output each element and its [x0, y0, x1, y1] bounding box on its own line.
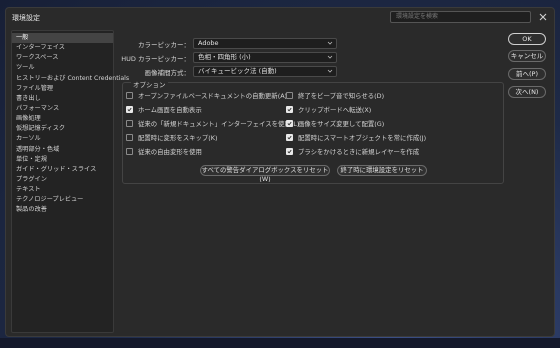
sidebar-item-image-processing[interactable]: 画像処理 [12, 114, 113, 124]
preferences-dialog: 環境設定 環境設定を検索 一般 インターフェイス ワークスペース ツール ヒスト… [5, 7, 555, 337]
checkbox-box [126, 120, 133, 127]
legacy-new-doc-checkbox[interactable]: 従来の「新規ドキュメント」インターフェイスを使用(L) [126, 119, 299, 128]
export-clipboard-checkbox[interactable]: クリップボードへ転送(X) [286, 105, 371, 114]
sidebar-item-general[interactable]: 一般 [12, 33, 113, 44]
chevron-down-icon [327, 54, 333, 60]
sidebar-item-product-improvement[interactable]: 製品の改善 [12, 205, 113, 215]
color-picker-select[interactable]: Adobe [193, 38, 337, 49]
checkbox-box [126, 92, 133, 99]
chevron-down-icon [327, 68, 333, 74]
sidebar-item-type[interactable]: テキスト [12, 185, 113, 195]
interpolation-select[interactable]: バイキュービック法 (自動) [193, 66, 337, 77]
checkbox-box [286, 92, 293, 99]
sidebar-item-interface[interactable]: インターフェイス [12, 43, 113, 53]
sidebar-item-tools[interactable]: ツール [12, 63, 113, 73]
interpolation-value: バイキュービック法 (自動) [198, 67, 277, 75]
dialog-title: 環境設定 [12, 14, 40, 22]
sidebar-item-file-handling[interactable]: ファイル管理 [12, 84, 113, 94]
legacy-free-transform-checkbox[interactable]: 従来の自由変形を使用 [126, 147, 202, 156]
checkbox-box [286, 106, 293, 113]
interpolation-label: 画像補間方式： [144, 69, 191, 77]
checkbox-box [286, 120, 293, 127]
new-layer-on-brush-checkbox[interactable]: ブラシをかけるときに新規レイヤーを作成 [286, 147, 419, 156]
hud-picker-value: 色相・四角形 (小) [198, 53, 251, 61]
skip-transform-checkbox[interactable]: 配置時に変形をスキップ(K) [126, 133, 217, 142]
chevron-down-icon [327, 40, 333, 46]
sidebar-item-performance[interactable]: パフォーマンス [12, 104, 113, 114]
sidebar-item-units[interactable]: 単位・定規 [12, 155, 113, 165]
sidebar-item-transparency[interactable]: 透明部分・色域 [12, 145, 113, 155]
resize-on-place-checkbox[interactable]: 画像をサイズ変更して配置(G) [286, 119, 384, 128]
color-picker-value: Adobe [198, 39, 219, 47]
reset-warnings-button[interactable]: すべての警告ダイアログボックスをリセット (W) [200, 165, 330, 183]
hud-picker-label: HUD カラーピッカー： [121, 55, 190, 63]
sidebar-item-workspace[interactable]: ワークスペース [12, 53, 113, 63]
checkbox-box [126, 106, 133, 113]
checkbox-box [286, 134, 293, 141]
auto-update-docs-checkbox[interactable]: オープンファイルベースドキュメントの自動更新(A) [126, 91, 287, 100]
prev-button[interactable]: 前へ(P) [508, 68, 546, 80]
reset-on-quit-button[interactable]: 終了時に環境設定をリセット [337, 165, 427, 176]
taskbar [0, 338, 560, 348]
close-icon[interactable] [537, 11, 549, 23]
checkbox-box [126, 148, 133, 155]
auto-show-home-checkbox[interactable]: ホーム画面を自動表示 [126, 105, 202, 114]
category-sidebar: 一般 インターフェイス ワークスペース ツール ヒストリーおよび Content… [11, 30, 129, 333]
options-title: オプション [131, 79, 168, 89]
sidebar-item-tech-previews[interactable]: テクノロジープレビュー [12, 195, 113, 205]
smart-object-on-place-checkbox[interactable]: 配置時にスマートオブジェクトを常に作成(J) [286, 133, 426, 142]
ok-button[interactable]: OK [508, 33, 546, 45]
sidebar-item-history[interactable]: ヒストリーおよび Content Credentials [12, 74, 129, 84]
sidebar-item-guides[interactable]: ガイド・グリッド・スライス [12, 165, 113, 175]
sidebar-item-export[interactable]: 書き出し [12, 94, 113, 104]
sidebar-item-cursors[interactable]: カーソル [12, 134, 113, 144]
sidebar-item-plugins[interactable]: プラグイン [12, 175, 113, 185]
search-input[interactable]: 環境設定を検索 [390, 11, 531, 23]
general-panel: カラーピッカー： Adobe HUD カラーピッカー： 色相・四角形 (小) 画… [118, 30, 504, 333]
checkbox-box [286, 148, 293, 155]
color-picker-label: カラーピッカー： [138, 41, 190, 49]
cancel-button[interactable]: キャンセル [508, 50, 546, 62]
title-bar: 環境設定 環境設定を検索 [6, 8, 554, 26]
checkbox-box [126, 134, 133, 141]
next-button[interactable]: 次へ(N) [508, 86, 546, 98]
hud-picker-select[interactable]: 色相・四角形 (小) [193, 52, 337, 63]
sidebar-item-scratch-disks[interactable]: 仮想記憶ディスク [12, 124, 113, 134]
beep-when-done-checkbox[interactable]: 終了をビープ音で知らせる(D) [286, 91, 384, 100]
